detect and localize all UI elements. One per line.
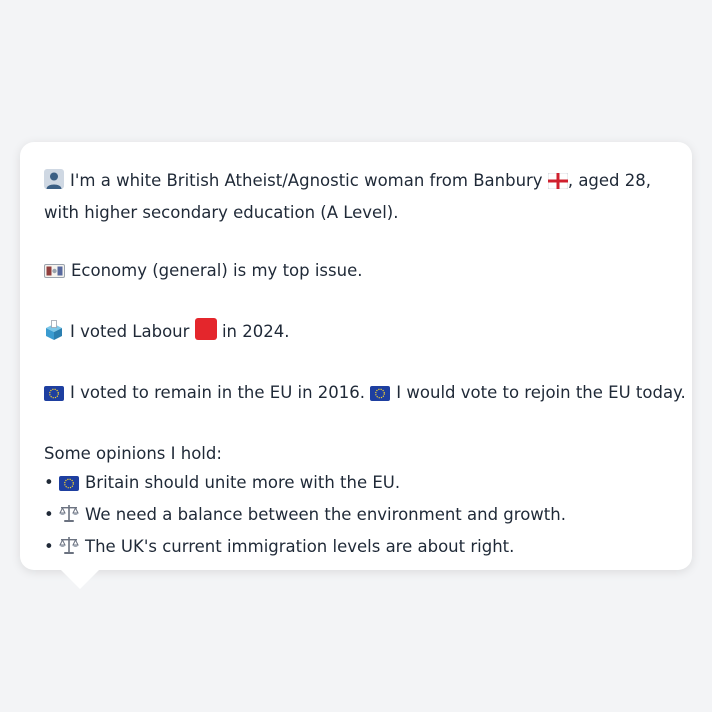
opinion-text: We need a balance between the environmen…: [84, 505, 566, 524]
balance-scale-icon: [59, 535, 79, 564]
bio-line-1: I'm a white British Atheist/Agnostic wom…: [44, 166, 668, 198]
opinion-list-item: • Britain should unite more with the EU.: [44, 468, 668, 500]
eu-rejoin-text: I would vote to rejoin the EU today.: [396, 383, 686, 402]
bullet: •: [44, 537, 54, 556]
labour-red-square-icon: [194, 318, 217, 349]
vote-paragraph: I voted Labour in 2024.: [44, 317, 668, 349]
vote-text-before: I voted Labour: [70, 322, 190, 341]
balance-scale-icon: [59, 503, 79, 532]
opinion-text: The UK's current immigration levels are …: [84, 537, 515, 556]
top-issue-text: Economy (general) is my top issue.: [71, 261, 363, 280]
bio-age: , aged 28,: [567, 171, 652, 190]
vote-text-after: in 2024.: [221, 322, 290, 341]
eu-flag-icon: [370, 381, 391, 410]
bio-text: I'm a white British Atheist/Agnostic wom…: [70, 171, 543, 190]
opinion-list-item: • The UK's current immigration levels ar…: [44, 532, 668, 564]
issue-paragraph: Economy (general) is my top issue.: [44, 256, 668, 288]
ballot-box-icon: [44, 320, 64, 349]
opinions-heading: Some opinions I hold:: [44, 444, 222, 463]
eu-flag-icon: [58, 471, 79, 500]
opinion-text: Britain should unite more with the EU.: [84, 473, 401, 492]
bubble-tail: [60, 569, 100, 589]
opinions-section: Some opinions I hold: • Britain should u…: [44, 439, 668, 564]
opinion-list-item: • We need a balance between the environm…: [44, 500, 668, 532]
eu-paragraph: I voted to remain in the EU in 2016. I w…: [44, 378, 686, 410]
england-flag-icon: [547, 169, 569, 198]
eu-flag-icon: [44, 381, 64, 410]
person-icon: [44, 169, 64, 198]
bio-line-2: with higher secondary education (A Level…: [44, 203, 399, 222]
eu-referendum-text: I voted to remain in the EU in 2016.: [70, 383, 366, 402]
pound-banknote-icon: [44, 259, 65, 288]
profile-message-bubble: I'm a white British Atheist/Agnostic wom…: [20, 142, 692, 589]
bullet: •: [44, 505, 54, 524]
bio-paragraph: I'm a white British Atheist/Agnostic wom…: [44, 166, 668, 227]
bullet: •: [44, 473, 54, 492]
